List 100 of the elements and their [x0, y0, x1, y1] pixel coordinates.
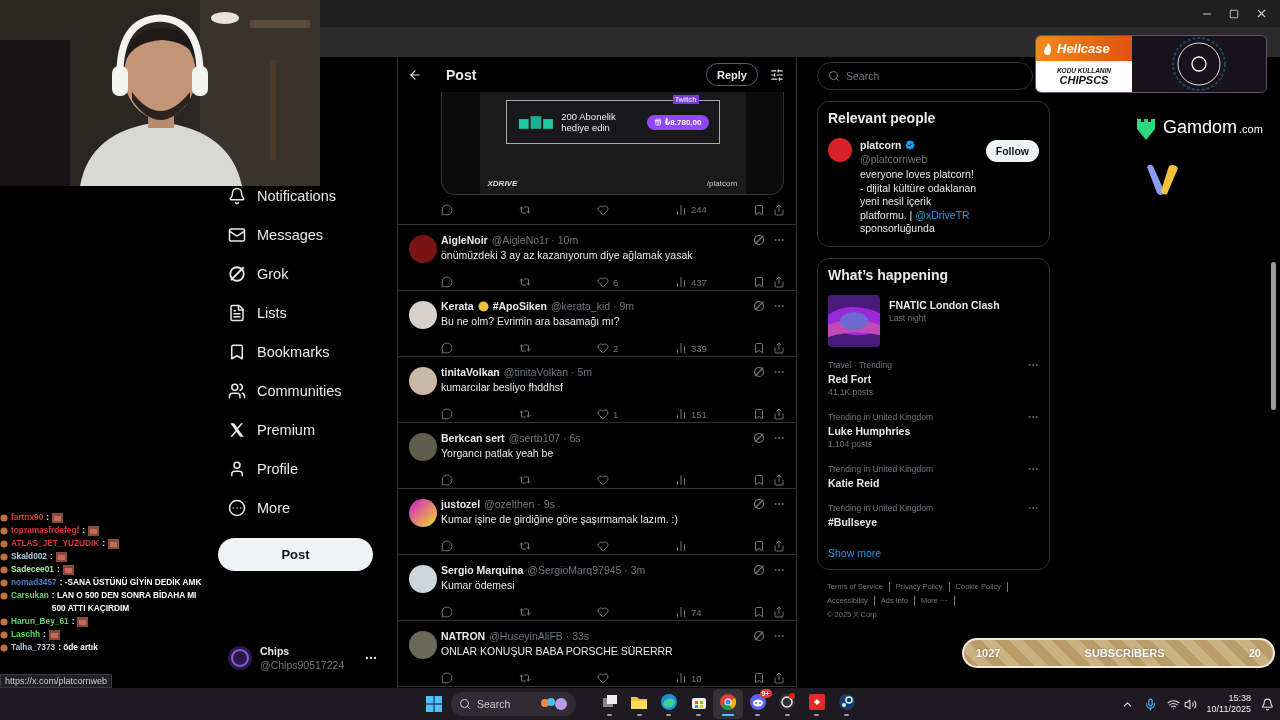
- nav-item[interactable]: Notifications: [218, 187, 380, 205]
- bar-label: SUBSCRIBERS: [1084, 647, 1165, 659]
- trend-item[interactable]: Trending in United Kingdom Katie Reid: [828, 462, 1039, 490]
- views-icon[interactable]: [675, 540, 687, 553]
- heart-icon[interactable]: [597, 203, 609, 216]
- notification-icon[interactable]: [1261, 697, 1274, 711]
- heart-icon[interactable]: [597, 342, 609, 355]
- trend-item[interactable]: Trending in United Kingdom #Bullseye: [828, 501, 1039, 529]
- bookmark-icon[interactable]: [753, 672, 765, 685]
- views-icon[interactable]: [675, 474, 687, 487]
- comment-icon[interactable]: [441, 474, 453, 487]
- microphone-icon[interactable]: [1143, 697, 1157, 711]
- comment-icon[interactable]: [441, 203, 453, 216]
- author-handle: @SergioMarq97945 · 3m: [527, 564, 646, 577]
- nav-item[interactable]: Bookmarks: [218, 343, 380, 361]
- share-icon[interactable]: [773, 276, 785, 289]
- share-icon[interactable]: [773, 408, 785, 421]
- author-name: justozel: [441, 498, 481, 511]
- repost-icon[interactable]: [519, 606, 531, 619]
- slashed-circle-icon[interactable]: [753, 564, 765, 577]
- trend-item[interactable]: Trending in United Kingdom Luke Humphries 1,104 posts: [828, 410, 1039, 451]
- comment-icon[interactable]: [441, 276, 453, 289]
- follow-button[interactable]: Follow: [985, 140, 1039, 162]
- heart-icon[interactable]: [597, 474, 609, 487]
- views-icon[interactable]: [675, 408, 687, 421]
- ellipsis-circle-icon: [228, 499, 246, 517]
- browser-icon: [660, 692, 678, 711]
- repost-icon[interactable]: [519, 540, 531, 553]
- maximize-icon[interactable]: [1229, 8, 1239, 19]
- wifi-icon[interactable]: [1166, 697, 1180, 711]
- taskbar-search[interactable]: Search: [451, 692, 576, 716]
- nav-item[interactable]: Messages: [218, 226, 380, 244]
- heart-icon[interactable]: [597, 540, 609, 553]
- heart-icon[interactable]: [597, 276, 609, 289]
- views-icon[interactable]: [675, 672, 687, 685]
- slashed-circle-icon[interactable]: [753, 366, 765, 379]
- show-more-link[interactable]: Show more: [828, 546, 1039, 559]
- search-icon: [459, 698, 471, 710]
- heart-icon[interactable]: [597, 606, 609, 619]
- back-icon[interactable]: [408, 67, 422, 82]
- bookmark-icon[interactable]: [753, 203, 765, 216]
- slashed-circle-icon[interactable]: [753, 498, 765, 511]
- taskbar-app[interactable]: [713, 689, 743, 719]
- heart-icon[interactable]: [597, 408, 609, 421]
- nav-item[interactable]: Lists: [218, 304, 380, 322]
- bookmark-icon[interactable]: [753, 474, 765, 487]
- comment-icon[interactable]: [441, 606, 453, 619]
- subscriber-count: 1027: [976, 647, 1001, 659]
- author-name: NATRON: [441, 630, 486, 643]
- nav-item[interactable]: Communities: [218, 382, 380, 400]
- scrollbar-thumb[interactable]: [1271, 262, 1276, 410]
- repost-icon[interactable]: [519, 474, 531, 487]
- bookmark-icon[interactable]: [753, 342, 765, 355]
- heart-icon[interactable]: [597, 672, 609, 685]
- nav-item[interactable]: Profile: [218, 460, 380, 478]
- event-item[interactable]: FNATIC London Clash Last night: [828, 294, 1039, 347]
- slashed-circle-icon[interactable]: [753, 234, 765, 247]
- account-name: Chips: [260, 644, 291, 658]
- mention-link[interactable]: @xDriveTR: [915, 208, 970, 221]
- share-icon[interactable]: [773, 672, 785, 685]
- slashed-circle-icon[interactable]: [753, 630, 765, 643]
- comment-icon[interactable]: [441, 342, 453, 355]
- avatar: [409, 631, 437, 659]
- views-icon[interactable]: [675, 342, 687, 355]
- trend-item[interactable]: Travel · Trending Red Fort 41.1K posts: [828, 358, 1039, 399]
- views-icon[interactable]: [675, 276, 687, 289]
- repost-icon[interactable]: [519, 203, 531, 216]
- share-icon[interactable]: [773, 606, 785, 619]
- nav-item[interactable]: Premium: [218, 421, 380, 439]
- share-icon[interactable]: [773, 342, 785, 355]
- bookmark-icon[interactable]: [753, 408, 765, 421]
- nav-item[interactable]: More: [218, 499, 380, 517]
- post-button[interactable]: Post: [218, 538, 373, 571]
- nav-item[interactable]: Grok: [218, 265, 380, 283]
- close-icon[interactable]: [1255, 7, 1268, 20]
- share-icon[interactable]: [773, 203, 785, 216]
- share-icon[interactable]: [773, 474, 785, 487]
- view-count: 437: [691, 276, 707, 288]
- slashed-circle-icon[interactable]: [753, 432, 765, 445]
- repost-icon[interactable]: [519, 342, 531, 355]
- bookmark-icon[interactable]: [753, 606, 765, 619]
- clock[interactable]: 15:38 10/11/2025: [1206, 693, 1251, 715]
- volume-icon[interactable]: [1183, 697, 1197, 711]
- reply-text: Kumar ödemesi: [441, 577, 516, 593]
- bookmark-icon[interactable]: [753, 276, 765, 289]
- event-time: Last night: [889, 311, 927, 325]
- repost-icon[interactable]: [519, 408, 531, 421]
- views-icon[interactable]: [675, 606, 687, 619]
- start-icon[interactable]: [425, 695, 443, 713]
- bookmark-icon[interactable]: [753, 540, 765, 553]
- share-icon[interactable]: [773, 540, 785, 553]
- repost-icon[interactable]: [519, 276, 531, 289]
- avatar: [409, 301, 437, 329]
- comment-icon[interactable]: [441, 408, 453, 421]
- slashed-circle-icon[interactable]: [753, 300, 765, 313]
- views-icon[interactable]: [675, 203, 687, 216]
- repost-icon[interactable]: [519, 672, 531, 685]
- comment-icon[interactable]: [441, 672, 453, 685]
- comment-icon[interactable]: [441, 540, 453, 553]
- sliders-icon[interactable]: [770, 67, 784, 82]
